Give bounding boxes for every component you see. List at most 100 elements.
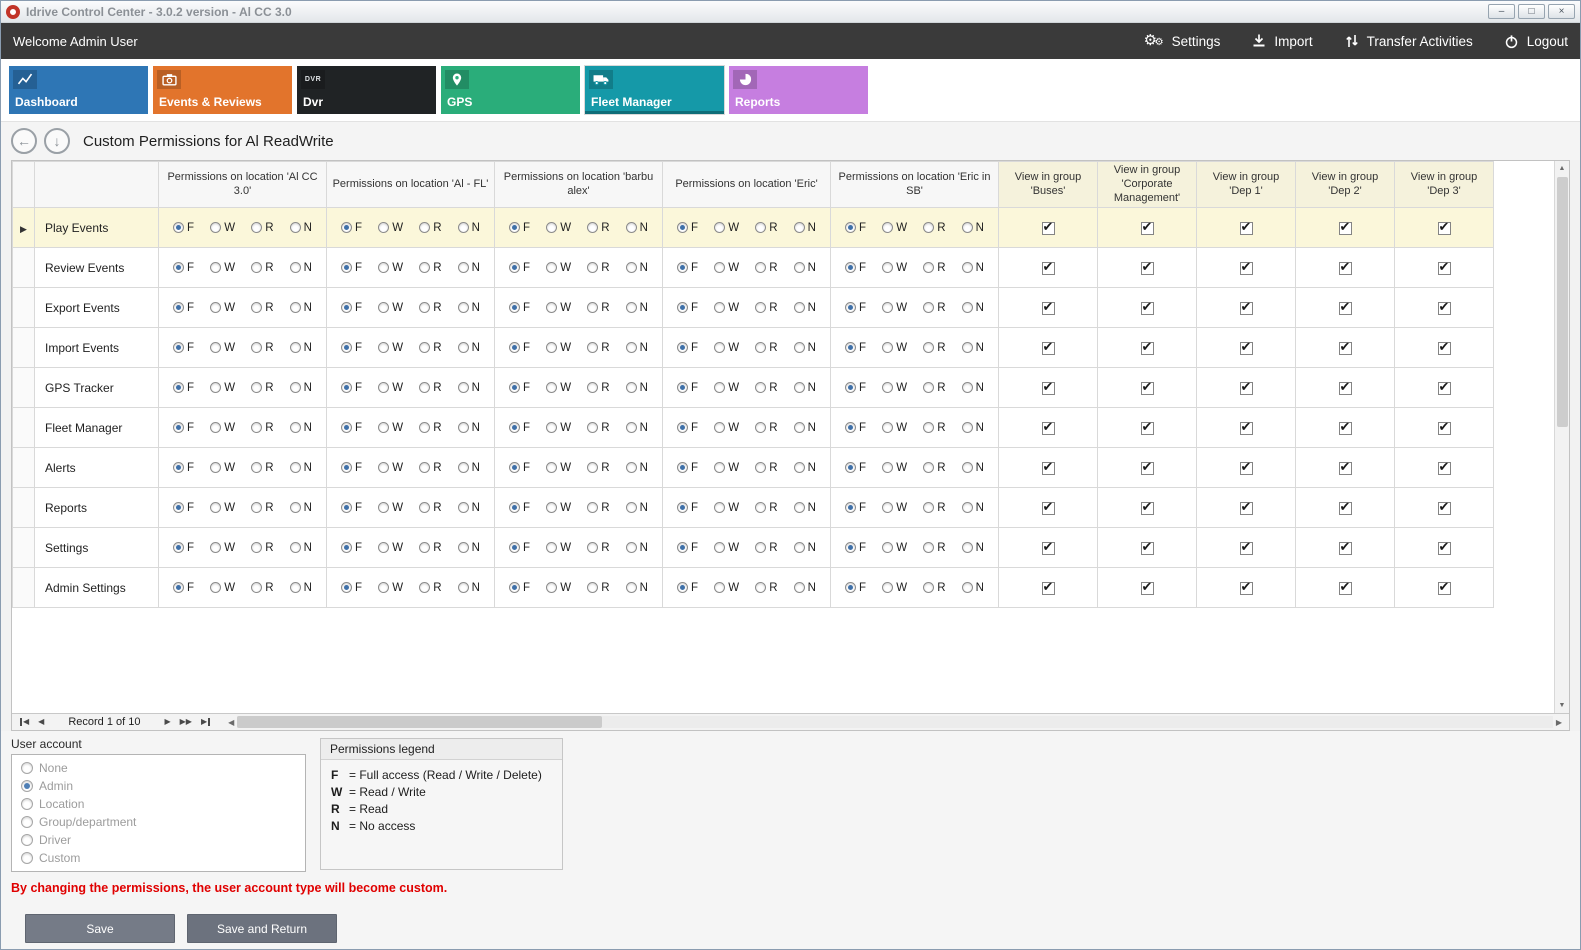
group-checkbox[interactable] [1438,382,1451,395]
radio-option-w[interactable]: W [210,462,235,474]
radio-option-w[interactable]: W [882,462,907,474]
radio-option-f[interactable]: F [173,462,194,474]
radio-option-f[interactable]: F [845,302,866,314]
radio-option-w[interactable]: W [546,502,571,514]
radio-option-r[interactable]: R [755,222,777,234]
group-checkbox[interactable] [1240,582,1253,595]
radio-option-r[interactable]: R [419,462,441,474]
radio-option-n[interactable]: N [290,502,312,514]
radio-option-w[interactable]: W [882,342,907,354]
radio-option-n[interactable]: N [290,342,312,354]
group-checkbox[interactable] [1042,582,1055,595]
import-action[interactable]: Import [1250,32,1312,50]
group-checkbox[interactable] [1339,582,1352,595]
group-checkbox[interactable] [1339,422,1352,435]
radio-option-r[interactable]: R [251,222,273,234]
radio-option-f[interactable]: F [677,262,698,274]
radio-option-n[interactable]: N [290,302,312,314]
radio-option-w[interactable]: W [546,302,571,314]
radio-option-f[interactable]: F [845,342,866,354]
radio-option-r[interactable]: R [419,342,441,354]
radio-option-n[interactable]: N [458,382,480,394]
table-row-gps-tracker[interactable]: GPS TrackerFWRNFWRNFWRNFWRNFWRN [13,368,1494,408]
radio-option-w[interactable]: W [546,222,571,234]
radio-option-n[interactable]: N [962,302,984,314]
radio-option-w[interactable]: W [210,382,235,394]
radio-option-r[interactable]: R [755,382,777,394]
radio-option-w[interactable]: W [882,582,907,594]
horizontal-scroll-thumb[interactable] [237,716,602,728]
radio-option-f[interactable]: F [341,222,362,234]
radio-option-w[interactable]: W [378,382,403,394]
radio-option-r[interactable]: R [251,342,273,354]
radio-option-r[interactable]: R [755,422,777,434]
radio-option-r[interactable]: R [755,542,777,554]
radio-option-f[interactable]: F [845,542,866,554]
radio-option-n[interactable]: N [290,422,312,434]
radio-option-r[interactable]: R [419,262,441,274]
radio-option-w[interactable]: W [378,462,403,474]
radio-option-f[interactable]: F [845,582,866,594]
radio-option-r[interactable]: R [923,302,945,314]
radio-option-f[interactable]: F [845,262,866,274]
radio-option-f[interactable]: F [173,262,194,274]
radio-option-w[interactable]: W [378,582,403,594]
radio-option-n[interactable]: N [458,542,480,554]
radio-option-r[interactable]: R [419,502,441,514]
radio-option-r[interactable]: R [419,382,441,394]
radio-option-r[interactable]: R [251,262,273,274]
radio-option-r[interactable]: R [587,222,609,234]
column-header-permissions-on-location-al-fl[interactable]: Permissions on location 'Al - FL' [327,162,495,208]
radio-option-n[interactable]: N [962,262,984,274]
radio-option-w[interactable]: W [882,502,907,514]
nav-prev-record-button[interactable]: ◀ [35,716,47,729]
radio-option-r[interactable]: R [251,502,273,514]
radio-option-r[interactable]: R [251,382,273,394]
back-button[interactable]: ← [11,128,37,154]
radio-option-f[interactable]: F [509,582,530,594]
radio-option-w[interactable]: W [378,342,403,354]
radio-option-n[interactable]: N [626,262,648,274]
vertical-scroll-thumb[interactable] [1557,177,1568,427]
scroll-down-icon[interactable]: ▼ [1555,698,1569,713]
radio-option-n[interactable]: N [962,582,984,594]
radio-option-f[interactable]: F [509,422,530,434]
radio-option-w[interactable]: W [378,262,403,274]
user-account-option-admin[interactable]: Admin [21,779,296,793]
radio-option-w[interactable]: W [714,422,739,434]
group-checkbox[interactable] [1438,222,1451,235]
radio-option-n[interactable]: N [962,222,984,234]
radio-option-r[interactable]: R [923,422,945,434]
table-row-admin-settings[interactable]: Admin SettingsFWRNFWRNFWRNFWRNFWRN [13,568,1494,608]
table-row-reports[interactable]: ReportsFWRNFWRNFWRNFWRNFWRN [13,488,1494,528]
table-row-fleet-manager[interactable]: Fleet ManagerFWRNFWRNFWRNFWRNFWRN [13,408,1494,448]
radio-option-r[interactable]: R [755,342,777,354]
radio-option-f[interactable]: F [173,382,194,394]
settings-action[interactable]: ⚙⚙Settings [1144,32,1221,50]
group-checkbox[interactable] [1141,502,1154,515]
radio-option-w[interactable]: W [546,262,571,274]
group-checkbox[interactable] [1240,222,1253,235]
radio-option-f[interactable]: F [341,502,362,514]
group-checkbox[interactable] [1042,422,1055,435]
radio-option-r[interactable]: R [587,582,609,594]
radio-option-w[interactable]: W [378,422,403,434]
collapse-button[interactable]: ↓ [44,128,70,154]
radio-option-n[interactable]: N [626,382,648,394]
radio-option-n[interactable]: N [794,302,816,314]
radio-option-r[interactable]: R [251,542,273,554]
radio-option-w[interactable]: W [714,302,739,314]
user-account-option-none[interactable]: None [21,761,296,775]
group-checkbox[interactable] [1339,262,1352,275]
radio-option-w[interactable]: W [714,582,739,594]
radio-option-f[interactable]: F [341,342,362,354]
radio-option-f[interactable]: F [509,302,530,314]
radio-option-n[interactable]: N [290,462,312,474]
column-header-view-in-group-dep-3[interactable]: View in group 'Dep 3' [1395,162,1494,208]
radio-option-f[interactable]: F [509,502,530,514]
radio-option-n[interactable]: N [626,502,648,514]
radio-option-f[interactable]: F [173,302,194,314]
column-header-permissions-on-location-barbu-alex[interactable]: Permissions on location 'barbu alex' [495,162,663,208]
radio-option-w[interactable]: W [378,302,403,314]
radio-option-n[interactable]: N [290,382,312,394]
